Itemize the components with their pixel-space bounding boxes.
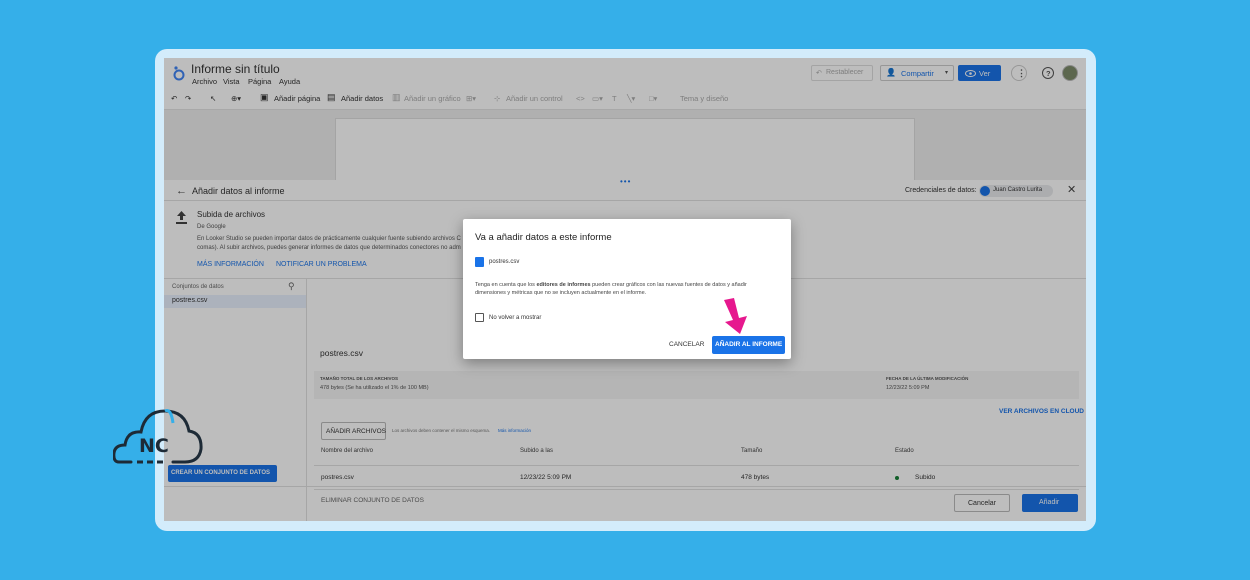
view-button[interactable]: Ver [958,65,1001,81]
shape-icon[interactable]: □▾ [649,94,657,103]
dataset-item-postres[interactable]: postres.csv [164,295,306,308]
control-icon: ⊹ [494,94,501,103]
avatar[interactable] [1062,65,1078,81]
help-icon: ? [1046,69,1051,78]
view-cloud-link[interactable]: VER ARCHIVOS EN CLOUD [999,408,1084,415]
dialog-file-name: postres.csv [489,259,520,265]
zoom-icon[interactable]: ⊕▾ [231,94,241,103]
looker-studio-logo-icon [173,66,185,81]
drag-handle[interactable]: ••• [620,177,631,186]
image-icon[interactable]: ▭▾ [592,94,603,103]
restore-button[interactable]: ↶ Restablecer [811,65,873,81]
credentials-label: Credenciales de datos: [905,187,977,194]
add-files-button[interactable]: AÑADIR ARCHIVOS [321,422,386,440]
dont-show-again-label: No volver a mostrar [489,315,542,321]
create-dataset-button[interactable]: CREAR UN CONJUNTO DE DATOS [168,465,277,482]
nc-cloud-logo-icon: NC [113,409,203,464]
add-data-icon: ▤ [327,92,336,102]
total-size-value: 478 bytes (Se ha utilizado el 1% de 100 … [320,385,429,391]
menu-pagina[interactable]: Página [248,77,271,86]
file-heading: postres.csv [320,348,363,358]
undo-icon: ↶ [816,70,822,77]
editor-toolbar: ↶ ↷ ↖ ⊕▾ ▣ Añadir página ▤ Añadir datos … [164,90,1086,110]
nc-logo-text: NC [139,435,169,457]
add-data-button[interactable]: Añadir datos [341,94,383,103]
add-page-button[interactable]: Añadir página [274,94,320,103]
total-size-label: TAMAÑO TOTAL DE LOS ARCHIVOS [320,376,399,381]
theme-button[interactable]: Tema y diseño [680,94,728,103]
modified-value: 12/23/22 5:09 PM [886,385,930,391]
connector-description-line2: comas). Al subir archivos, puedes genera… [197,245,461,251]
connector-by: De Google [197,224,226,230]
add-files-learn-more[interactable]: Más información [498,428,531,433]
line-icon[interactable]: ╲▾ [627,94,635,103]
column-header-status: Estado [895,448,914,454]
dialog-text-line2: dimensiones y métricas que no se incluye… [475,290,647,296]
column-header-size: Tamaño [741,448,763,454]
dont-show-again-checkbox[interactable] [475,313,484,322]
search-icon[interactable]: ⚲ [288,281,295,292]
undo-icon[interactable]: ↶ [171,94,177,103]
back-arrow-icon[interactable]: ← [176,185,187,197]
delete-dataset-button[interactable]: ELIMINAR CONJUNTO DE DATOS [321,497,424,504]
user-icon [980,186,990,196]
credentials-chip[interactable]: Juan Castro Lurita [979,185,1053,197]
confirm-add-data-dialog: Va a añadir datos a este informe postres… [463,219,791,359]
app-header: Informe sin título Archivo Vista Página … [164,58,1086,90]
status-dot-icon [895,476,899,480]
chevron-down-icon: ▾ [945,70,949,76]
connector-description-line1: En Looker Studio se pueden importar dato… [197,236,461,242]
arrow-annotation-icon [724,298,747,334]
code-icon[interactable]: <> [576,94,585,103]
add-page-icon: ▣ [260,92,269,102]
add-chart-button[interactable]: Añadir un gráfico [404,94,461,103]
dialog-text-line1: Tenga en cuenta que los editores de info… [475,282,747,288]
add-to-report-button[interactable]: AÑADIR AL INFORME [712,336,785,354]
status-badge: Subido [915,474,936,481]
cancel-button[interactable]: Cancelar [954,494,1010,512]
file-icon [475,257,484,267]
help-button[interactable]: ? [1042,67,1054,79]
table-row: postres.csv 12/23/22 5:09 PM 478 bytes S… [321,474,936,481]
column-header-uploaded: Subido a las [520,448,554,454]
modified-label: FECHA DE LA ÚLTIMA MODIFICACIÓN [886,376,969,381]
text-icon[interactable]: T [612,94,617,103]
divider [164,200,1086,201]
menu-vista[interactable]: Vista [223,77,240,86]
report-title[interactable]: Informe sin título [191,62,280,76]
add-button[interactable]: Añadir [1022,494,1078,512]
share-button[interactable]: 👤 Compartir ▾ [880,65,954,81]
dialog-title: Va a añadir datos a este informe [475,232,612,243]
community-viz-icon[interactable]: ⊞▾ [466,94,476,103]
more-options-button[interactable]: ⋮ [1011,65,1027,81]
menu-archivo[interactable]: Archivo [192,77,217,86]
redo-icon[interactable]: ↷ [185,94,191,103]
datasets-label: Conjuntos de datos [172,284,224,290]
upload-icon [176,211,187,224]
eye-icon [965,70,976,77]
divider [314,489,1079,490]
dialog-cancel-button[interactable]: CANCELAR [669,341,704,348]
menu-ayuda[interactable]: Ayuda [279,77,300,86]
add-files-note: Los archivos deben contener el mismo esq… [392,428,491,433]
more-vert-icon: ⋮ [1017,68,1026,78]
add-person-icon: 👤 [886,68,896,77]
file-summary: TAMAÑO TOTAL DE LOS ARCHIVOS 478 bytes (… [314,371,1079,399]
datasets-sidebar: Conjuntos de datos ⚲ postres.csv CREAR U… [164,279,307,521]
more-info-link[interactable]: MÁS INFORMACIÓN [197,261,264,268]
connector-title: Subida de archivos [197,210,266,219]
column-header-name: Nombre del archivo [321,448,374,454]
panel-title: Añadir datos al informe [192,186,285,196]
divider [164,486,1086,487]
chart-icon: ▥ [392,92,401,102]
report-problem-link[interactable]: NOTIFICAR UN PROBLEMA [276,261,367,268]
add-control-button[interactable]: Añadir un control [506,94,563,103]
select-pointer-icon[interactable]: ↖ [210,94,216,103]
close-icon[interactable]: ✕ [1067,183,1076,196]
